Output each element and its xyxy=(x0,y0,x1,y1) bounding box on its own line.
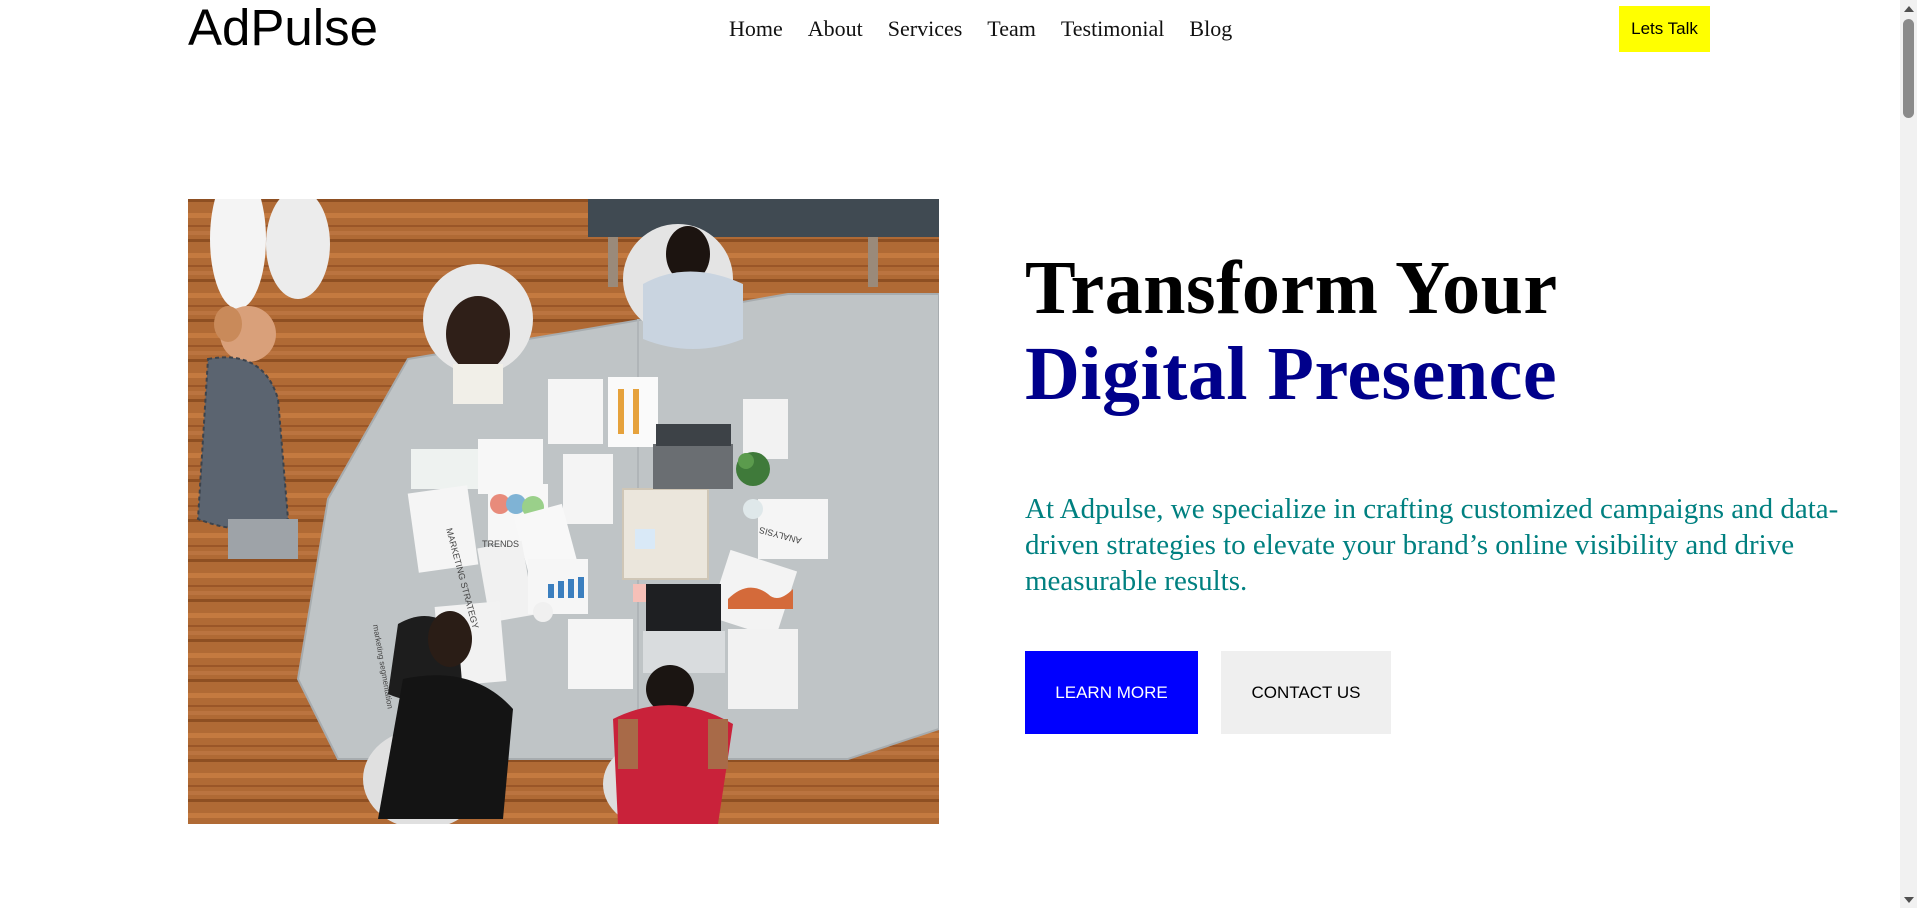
nav-home[interactable]: Home xyxy=(729,12,783,46)
lets-talk-button[interactable]: Lets Talk xyxy=(1619,6,1710,52)
scrollbar-thumb[interactable] xyxy=(1903,19,1914,118)
page: AdPulse Home About Services Team Testimo… xyxy=(0,0,1900,908)
nav-about[interactable]: About xyxy=(808,12,863,46)
hero-image: MARKETING STRATEGY TRENDS ANALYSIS marke… xyxy=(188,199,939,824)
nav-testimonial[interactable]: Testimonial xyxy=(1061,12,1165,46)
nav-services[interactable]: Services xyxy=(888,12,963,46)
learn-more-button[interactable]: LEARN MORE xyxy=(1025,651,1198,734)
scroll-down-arrow-icon[interactable] xyxy=(1900,891,1917,908)
nav-blog[interactable]: Blog xyxy=(1189,12,1232,46)
hero-headline-line2: Digital Presence xyxy=(1025,332,1558,416)
hero-headline: Transform Your Digital Presence xyxy=(1025,245,1558,417)
hero-headline-line1: Transform Your xyxy=(1025,246,1558,330)
page-scrollbar[interactable] xyxy=(1900,0,1917,908)
contact-us-button[interactable]: CONTACT US xyxy=(1221,651,1391,734)
scroll-up-arrow-icon[interactable] xyxy=(1900,0,1917,17)
paper-text-trends: TRENDS xyxy=(482,539,519,549)
nav-team[interactable]: Team xyxy=(987,12,1036,46)
main-nav: Home About Services Team Testimonial Blo… xyxy=(729,12,1232,46)
hero-description: At Adpulse, we specialize in crafting cu… xyxy=(1025,493,1839,597)
site-logo[interactable]: AdPulse xyxy=(188,2,378,54)
